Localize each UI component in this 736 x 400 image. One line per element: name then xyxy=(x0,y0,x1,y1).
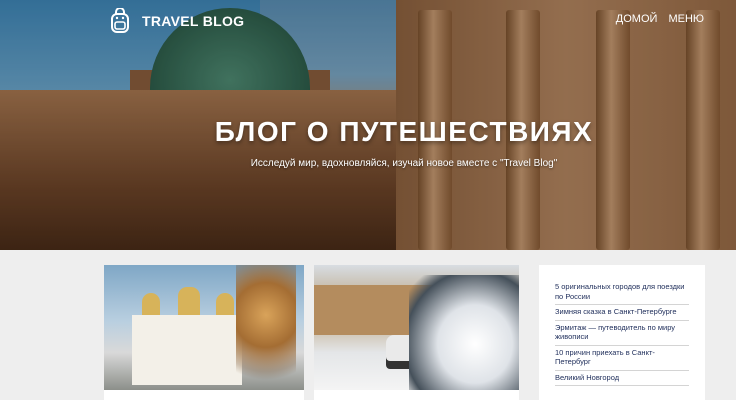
sidebar-link[interactable]: Эрмитаж — путеводитель по миру живописи xyxy=(555,321,689,346)
nav-menu[interactable]: МЕНЮ xyxy=(668,13,704,25)
hero-subtitle: Исследуй мир, вдохновляйся, изучай новое… xyxy=(250,158,558,169)
post-card-winter-spb[interactable] xyxy=(314,265,519,400)
logo-text: TRAVEL BLOG xyxy=(142,13,245,29)
sidebar-link[interactable]: Зимняя сказка в Санкт-Петербурге xyxy=(555,305,689,321)
sidebar-link[interactable]: 10 причин приехать в Санкт-Петербург xyxy=(555,346,689,371)
sidebar-link[interactable]: 5 оригинальных городов для поездки по Ро… xyxy=(555,280,689,305)
hero-banner: TRAVEL BLOG ДОМОЙ МЕНЮ БЛОГ О ПУТЕШЕСТВИ… xyxy=(0,0,736,250)
sidebar-link[interactable]: Великий Новгород xyxy=(555,371,689,386)
post-image[interactable] xyxy=(104,265,304,390)
main-nav: ДОМОЙ МЕНЮ xyxy=(616,13,704,25)
post-image[interactable] xyxy=(314,265,519,390)
backpack-icon xyxy=(108,8,132,34)
tree-picture xyxy=(236,265,296,390)
nav-home[interactable]: ДОМОЙ xyxy=(616,13,658,25)
site-logo[interactable]: TRAVEL BLOG xyxy=(108,8,244,34)
post-card-vladimir[interactable] xyxy=(104,265,304,400)
sidebar-recent-posts: 5 оригинальных городов для поездки по Ро… xyxy=(539,265,705,400)
church-picture xyxy=(132,287,242,385)
snowy-tree-picture xyxy=(409,275,519,390)
hero-title: БЛОГ О ПУТЕШЕСТВИЯХ xyxy=(214,116,594,147)
